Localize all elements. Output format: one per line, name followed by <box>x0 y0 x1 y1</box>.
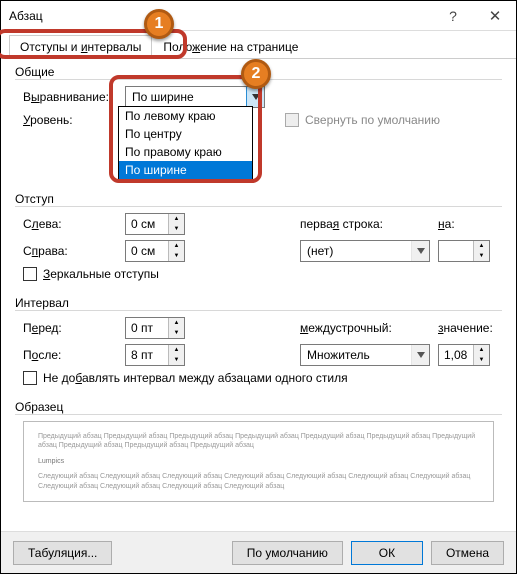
preview-next: Следующий абзац Следующий абзац Следующи… <box>38 472 479 491</box>
collapse-checkbox <box>285 113 299 127</box>
tab-content: 1 2 Общие Выравнивание: По ширине По лев… <box>1 59 516 502</box>
line-spacing-combo[interactable]: Множитель <box>300 344 430 366</box>
collapse-label: Свернуть по умолчанию <box>305 113 440 127</box>
footer: Табуляция... По умолчанию ОК Отмена <box>1 531 516 573</box>
callout-1-badge: 1 <box>144 9 174 39</box>
group-spacing: Интервал <box>15 296 502 311</box>
spacing-at-spinner[interactable]: 1,08 ▲▼ <box>438 344 490 366</box>
spinner-up-icon[interactable]: ▲ <box>169 214 184 224</box>
indent-by-label: на: <box>438 217 455 231</box>
option-center[interactable]: По центру <box>119 125 252 143</box>
paragraph-dialog: Абзац ? ✕ Отступы и интервалы Положение … <box>0 0 517 574</box>
tab-page-position[interactable]: Положение на странице <box>152 35 309 59</box>
spacing-after-label: После: <box>15 348 125 362</box>
mirror-indents-label: Зеркальные отступы <box>43 267 159 281</box>
preview-prev: Предыдущий абзац Предыдущий абзац Предыд… <box>38 432 479 451</box>
titlebar: Абзац ? ✕ <box>1 1 516 31</box>
callout-2-badge: 2 <box>241 59 271 89</box>
spacing-before-spinner[interactable]: 0 пт ▲▼ <box>125 317 185 339</box>
chevron-down-icon[interactable] <box>411 241 429 261</box>
spinner-down-icon[interactable]: ▼ <box>169 224 184 234</box>
chevron-down-icon[interactable] <box>411 345 429 365</box>
default-button[interactable]: По умолчанию <box>232 541 343 565</box>
alignment-label: Выравнивание: <box>15 90 125 104</box>
close-button[interactable]: ✕ <box>474 1 516 31</box>
line-spacing-label: междустрочный: <box>300 321 438 335</box>
option-right[interactable]: По правому краю <box>119 143 252 161</box>
option-left[interactable]: По левому краю <box>119 107 252 125</box>
indent-left-label: Слева: <box>15 217 125 231</box>
indent-right-spinner[interactable]: 0 см ▲▼ <box>125 240 185 262</box>
group-indent: Отступ <box>15 192 502 207</box>
alignment-combo[interactable]: По ширине <box>125 86 265 108</box>
indent-right-label: Справа: <box>15 244 125 258</box>
mirror-indents-checkbox[interactable] <box>23 267 37 281</box>
spacing-at-label: значение: <box>438 321 493 335</box>
first-line-combo[interactable]: (нет) <box>300 240 430 262</box>
spacing-after-spinner[interactable]: 8 пт ▲▼ <box>125 344 185 366</box>
no-add-space-checkbox[interactable] <box>23 371 37 385</box>
no-add-space-label: Не добавлять интервал между абзацами одн… <box>43 371 348 385</box>
tabs-button[interactable]: Табуляция... <box>13 541 112 565</box>
alignment-dropdown[interactable]: По левому краю По центру По правому краю… <box>118 106 253 180</box>
preview-box: Предыдущий абзац Предыдущий абзац Предыд… <box>23 421 494 502</box>
cancel-button[interactable]: Отмена <box>431 541 504 565</box>
window-title: Абзац <box>9 9 432 23</box>
group-sample: Образец <box>15 400 502 415</box>
tab-strip: Отступы и интервалы Положение на страниц… <box>1 31 516 59</box>
first-line-label: первая строка: <box>300 217 438 231</box>
indent-left-spinner[interactable]: 0 см ▲▼ <box>125 213 185 235</box>
level-label: Уровень: <box>15 113 125 127</box>
tab-indents-spacing[interactable]: Отступы и интервалы <box>9 35 152 59</box>
option-justify[interactable]: По ширине <box>119 161 252 179</box>
ok-button[interactable]: ОК <box>351 541 423 565</box>
indent-by-spinner[interactable]: ▲▼ <box>438 240 490 262</box>
help-button[interactable]: ? <box>432 1 474 31</box>
spacing-before-label: Перед: <box>15 321 125 335</box>
chevron-down-icon[interactable] <box>246 87 264 107</box>
preview-body: Lumpics <box>38 457 479 466</box>
